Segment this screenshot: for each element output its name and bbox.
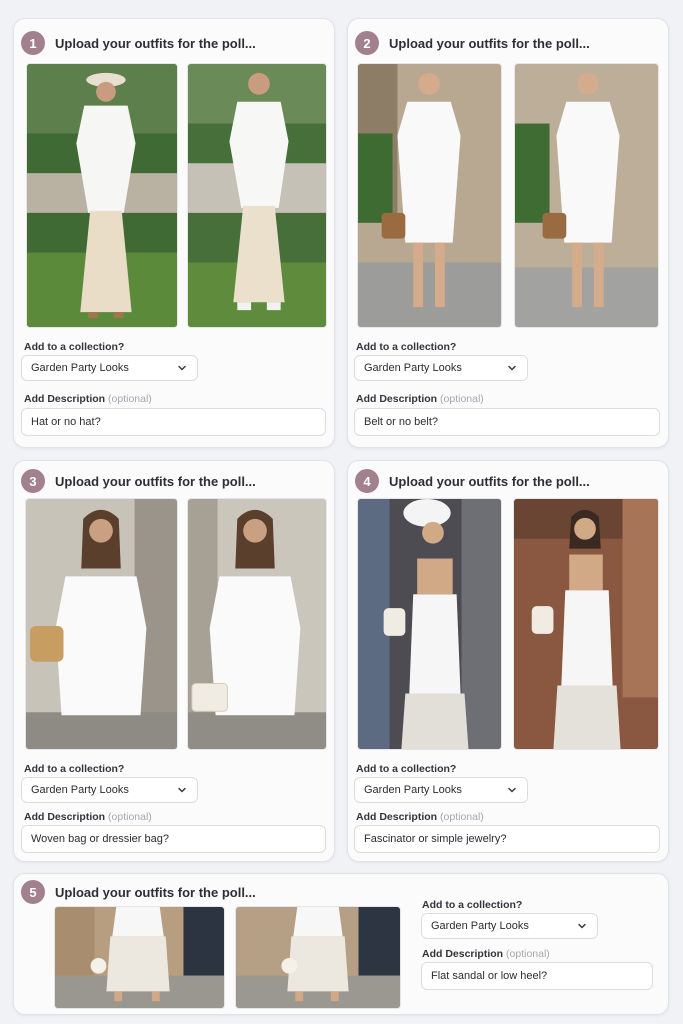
collection-select[interactable]: Garden Party Looks (21, 355, 198, 381)
collection-select-value: Garden Party Looks (364, 784, 462, 796)
card-title: Upload your outfits for the poll... (55, 35, 256, 51)
collection-label: Add to a collection? (356, 763, 457, 775)
collection-label: Add to a collection? (24, 763, 125, 775)
chevron-down-icon (508, 787, 516, 793)
step-badge: 4 (355, 469, 379, 493)
collection-select[interactable]: Garden Party Looks (354, 355, 528, 381)
step-badge: 3 (21, 469, 45, 493)
description-label-text: Add Description (24, 393, 106, 405)
chevron-down-icon (508, 365, 516, 371)
description-label: Add Description (optional) (356, 811, 484, 823)
collection-select-value: Garden Party Looks (431, 920, 529, 932)
outfit-photo[interactable] (187, 63, 327, 328)
collection-label: Add to a collection? (356, 341, 457, 353)
chevron-down-icon (178, 365, 186, 371)
description-input[interactable]: Woven bag or dressier bag? (21, 825, 326, 853)
card-header: 5 Upload your outfits for the poll... (21, 880, 256, 904)
optional-label: (optional) (108, 393, 152, 405)
description-input[interactable]: Hat or no hat? (21, 408, 326, 436)
step-badge: 1 (21, 31, 45, 55)
outfit-photo[interactable] (26, 63, 178, 328)
collection-select[interactable]: Garden Party Looks (421, 913, 598, 939)
description-label: Add Description (optional) (24, 393, 152, 405)
outfit-photo[interactable] (513, 498, 659, 750)
description-label-text: Add Description (24, 811, 106, 823)
outfit-photo[interactable] (357, 498, 502, 750)
optional-label: (optional) (440, 393, 484, 405)
optional-label: (optional) (440, 811, 484, 823)
collection-select-value: Garden Party Looks (31, 362, 129, 374)
collection-select[interactable]: Garden Party Looks (354, 777, 528, 803)
description-input[interactable]: Belt or no belt? (354, 408, 660, 436)
description-label: Add Description (optional) (356, 393, 484, 405)
card-header: 4 Upload your outfits for the poll... (355, 469, 590, 493)
description-label-text: Add Description (422, 948, 504, 960)
card-header: 3 Upload your outfits for the poll... (21, 469, 256, 493)
description-input[interactable]: Fascinator or simple jewelry? (354, 825, 660, 853)
outfit-photo[interactable] (357, 63, 502, 328)
description-label-text: Add Description (356, 811, 438, 823)
collection-label: Add to a collection? (422, 899, 523, 911)
description-input[interactable]: Flat sandal or low heel? (421, 962, 653, 990)
card-title: Upload your outfits for the poll... (55, 884, 256, 900)
optional-label: (optional) (506, 948, 550, 960)
outfit-photo[interactable] (54, 906, 225, 1009)
description-label: Add Description (optional) (24, 811, 152, 823)
step-badge: 5 (21, 880, 45, 904)
outfit-photo[interactable] (514, 63, 659, 328)
outfit-photo[interactable] (235, 906, 401, 1009)
card-header: 2 Upload your outfits for the poll... (355, 31, 590, 55)
collection-select[interactable]: Garden Party Looks (21, 777, 198, 803)
card-title: Upload your outfits for the poll... (389, 473, 590, 489)
collection-select-value: Garden Party Looks (31, 784, 129, 796)
chevron-down-icon (578, 923, 586, 929)
collection-select-value: Garden Party Looks (364, 362, 462, 374)
description-label-text: Add Description (356, 393, 438, 405)
description-label: Add Description (optional) (422, 948, 550, 960)
collection-label: Add to a collection? (24, 341, 125, 353)
optional-label: (optional) (108, 811, 152, 823)
outfit-photo[interactable] (25, 498, 178, 750)
outfit-photo[interactable] (187, 498, 327, 750)
card-title: Upload your outfits for the poll... (55, 473, 256, 489)
card-title: Upload your outfits for the poll... (389, 35, 590, 51)
card-header: 1 Upload your outfits for the poll... (21, 31, 256, 55)
chevron-down-icon (178, 787, 186, 793)
step-badge: 2 (355, 31, 379, 55)
